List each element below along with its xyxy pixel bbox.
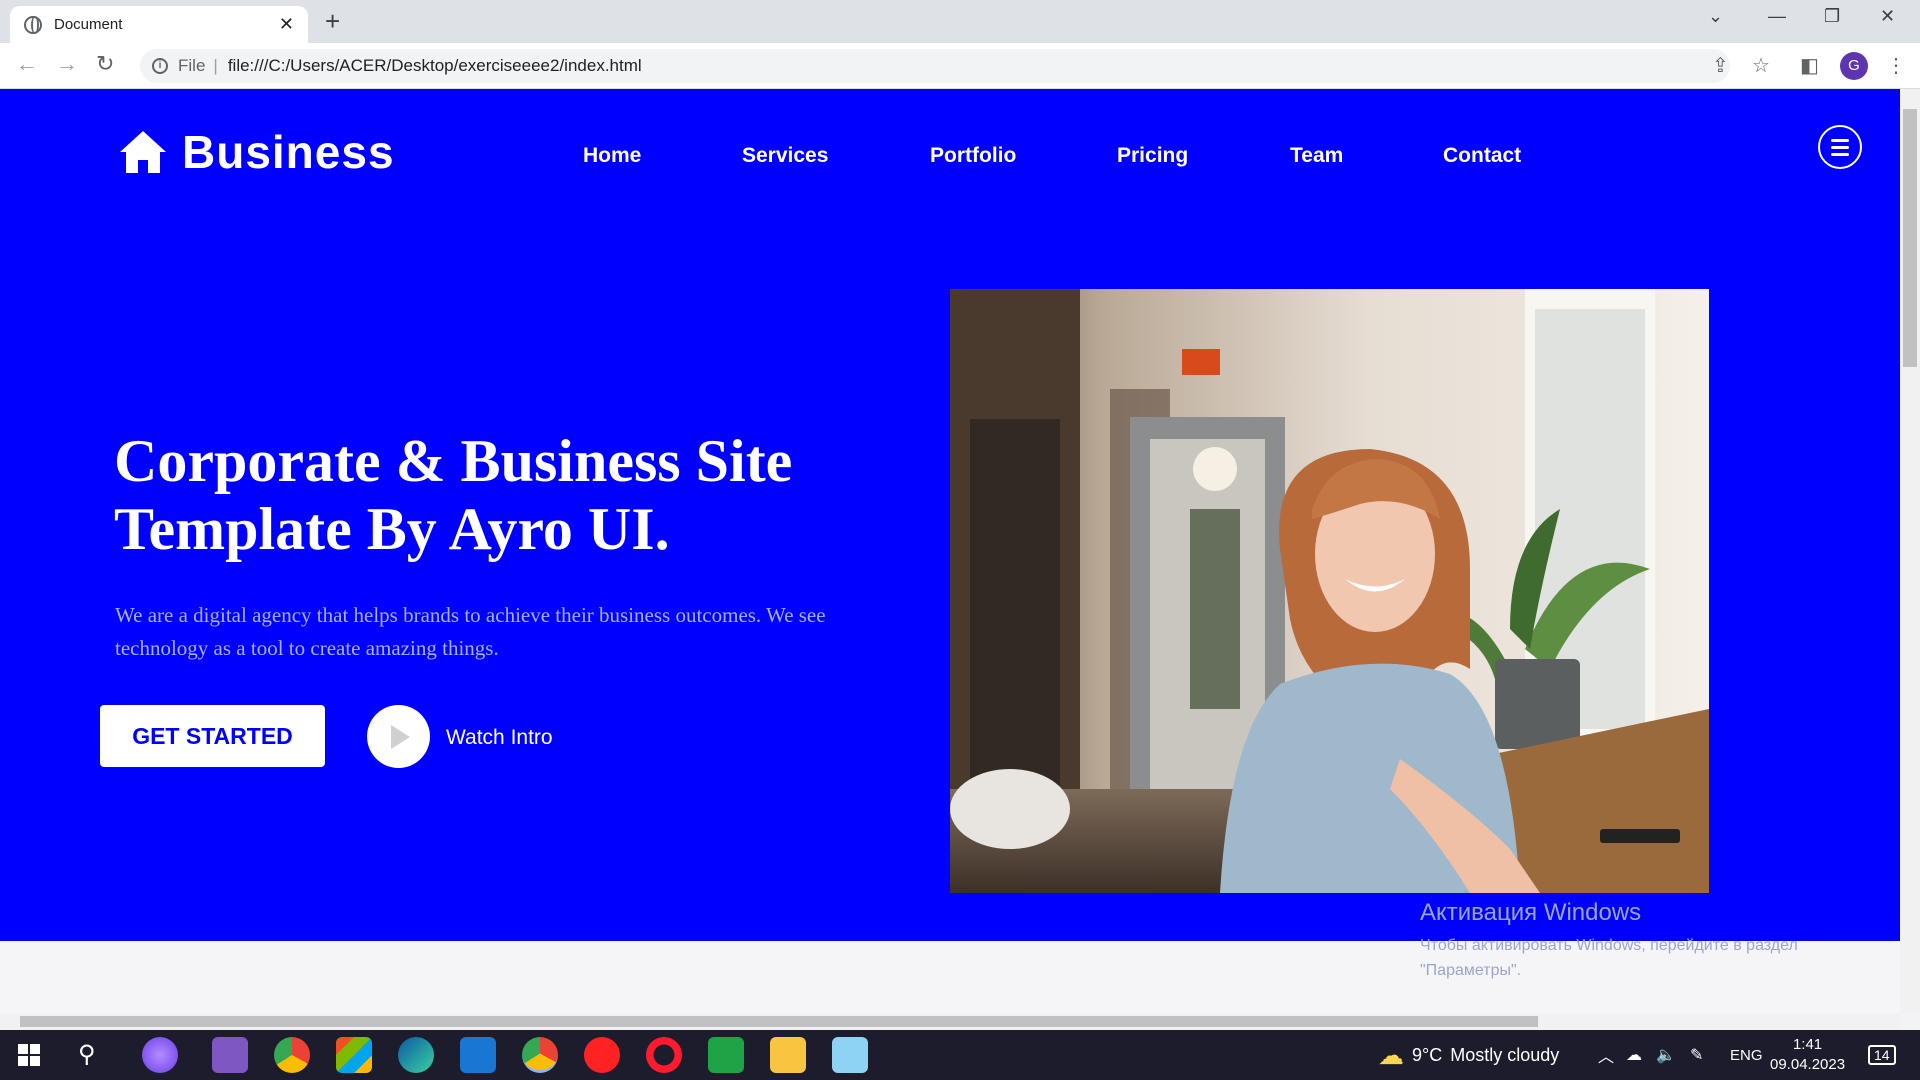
close-tab-icon[interactable]: ✕ bbox=[279, 14, 294, 35]
chrome-app-icon[interactable] bbox=[274, 1037, 310, 1073]
file-explorer-icon[interactable] bbox=[770, 1037, 806, 1073]
app-icon[interactable] bbox=[832, 1037, 868, 1073]
page-viewport: Business Home Services Portfolio Pricing… bbox=[0, 89, 1900, 1013]
profile-avatar[interactable]: G bbox=[1840, 52, 1868, 80]
notepad-plus-icon[interactable] bbox=[708, 1037, 744, 1073]
horizontal-scrollbar[interactable] bbox=[0, 1013, 1900, 1030]
alice-assistant-icon[interactable] bbox=[142, 1037, 178, 1073]
address-bar[interactable]: i File | file:///C:/Users/ACER/Desktop/e… bbox=[140, 49, 1730, 83]
hamburger-menu-icon[interactable] bbox=[1818, 125, 1862, 169]
network-icon[interactable]: ☁ bbox=[1626, 1030, 1642, 1080]
browser-tab-bar: Document ✕ + ⌄ — ❐ ✕ bbox=[0, 0, 1920, 43]
windows-activation-watermark: Активация Windows Чтобы активировать Win… bbox=[1420, 899, 1798, 983]
address-url: file:///C:/Users/ACER/Desktop/exerciseee… bbox=[227, 56, 642, 75]
horizontal-scroll-thumb[interactable] bbox=[20, 1016, 1538, 1027]
activation-title: Активация Windows bbox=[1420, 899, 1642, 926]
nav-home[interactable]: Home bbox=[583, 144, 641, 168]
opera-icon[interactable] bbox=[646, 1037, 682, 1073]
get-started-button[interactable]: GET STARTED bbox=[100, 705, 325, 767]
system-clock[interactable]: 1:41 09.04.2023 bbox=[1770, 1035, 1845, 1075]
search-icon[interactable]: ⚲ bbox=[78, 1040, 96, 1069]
menu-dots-icon[interactable]: ⋮ bbox=[1886, 53, 1906, 78]
notification-count: 14 bbox=[1868, 1045, 1896, 1065]
clock-time: 1:41 bbox=[1792, 1036, 1823, 1053]
activation-line1: Чтобы активировать Windows, перейдите в … bbox=[1420, 937, 1798, 954]
vertical-scrollbar[interactable] bbox=[1900, 89, 1920, 1013]
language-indicator[interactable]: ENG bbox=[1730, 1030, 1763, 1080]
yandex-browser-icon[interactable] bbox=[584, 1037, 620, 1073]
hero-photo bbox=[950, 289, 1709, 893]
info-icon[interactable]: i bbox=[152, 58, 168, 74]
bookmark-star-icon[interactable]: ☆ bbox=[1752, 53, 1770, 78]
notifications-icon[interactable]: 14 bbox=[1868, 1030, 1896, 1080]
activation-line2: "Параметры". bbox=[1420, 962, 1522, 979]
minimize-icon[interactable]: — bbox=[1768, 6, 1786, 27]
address-scheme: File bbox=[178, 56, 206, 75]
back-icon[interactable]: ← bbox=[16, 51, 38, 77]
clock-date: 09.04.2023 bbox=[1770, 1056, 1846, 1073]
nav-contact[interactable]: Contact bbox=[1443, 144, 1521, 168]
vertical-scroll-thumb[interactable] bbox=[1903, 109, 1917, 367]
side-panel-icon[interactable]: ◧ bbox=[1800, 53, 1819, 78]
weather-widget[interactable]: ☁ 9°C Mostly cloudy bbox=[1378, 1030, 1559, 1080]
nav-portfolio[interactable]: Portfolio bbox=[930, 144, 1016, 168]
tab-title: Document bbox=[54, 16, 123, 33]
nav-services[interactable]: Services bbox=[742, 144, 828, 168]
windows-taskbar: ⚲ ☁ 9°C Mostly cloudy ︿ ☁ 🔈 ✎ ENG 1:41 0… bbox=[0, 1030, 1920, 1080]
restore-icon[interactable]: ❐ bbox=[1824, 6, 1840, 27]
browser-toolbar: ← → ↻ i File | file:///C:/Users/ACER/Des… bbox=[0, 43, 1920, 89]
weather-cloud-icon: ☁ bbox=[1378, 1039, 1404, 1070]
site-logo[interactable]: Business bbox=[118, 125, 395, 179]
edge-icon[interactable] bbox=[398, 1037, 434, 1073]
nav-team[interactable]: Team bbox=[1290, 144, 1343, 168]
weather-desc: Mostly cloudy bbox=[1450, 1044, 1560, 1065]
play-icon[interactable] bbox=[367, 705, 430, 768]
close-window-icon[interactable]: ✕ bbox=[1880, 6, 1895, 27]
hero-section: Business Home Services Portfolio Pricing… bbox=[0, 89, 1900, 941]
address-separator: | bbox=[213, 56, 218, 75]
home-icon bbox=[120, 131, 166, 173]
hero-subtext: We are a digital agency that helps brand… bbox=[115, 603, 826, 660]
nav-pricing[interactable]: Pricing bbox=[1117, 144, 1188, 168]
brand-name: Business bbox=[182, 126, 395, 178]
chrome-active-icon[interactable] bbox=[522, 1037, 558, 1073]
volume-icon[interactable]: 🔈 bbox=[1656, 1030, 1676, 1080]
new-tab-button[interactable]: + bbox=[325, 6, 340, 37]
weather-temp: 9°C bbox=[1412, 1044, 1443, 1065]
windows-start-icon[interactable] bbox=[18, 1044, 40, 1066]
watch-intro-link[interactable]: Watch Intro bbox=[446, 726, 553, 750]
mail-icon[interactable] bbox=[460, 1037, 496, 1073]
hero-headline: Corporate & Business Site Template By Ay… bbox=[114, 428, 793, 562]
reload-icon[interactable]: ↻ bbox=[96, 51, 114, 77]
visual-studio-icon[interactable] bbox=[212, 1037, 248, 1073]
globe-icon bbox=[24, 15, 42, 34]
browser-tab[interactable]: Document ✕ bbox=[10, 6, 308, 43]
microsoft-store-icon[interactable] bbox=[336, 1037, 372, 1073]
tray-chevron-icon[interactable]: ︿ bbox=[1598, 1030, 1614, 1080]
pen-icon[interactable]: ✎ bbox=[1690, 1030, 1703, 1080]
tab-search-icon[interactable]: ⌄ bbox=[1708, 6, 1723, 27]
forward-icon[interactable]: → bbox=[56, 51, 78, 77]
share-icon[interactable]: ⇪ bbox=[1712, 53, 1729, 78]
